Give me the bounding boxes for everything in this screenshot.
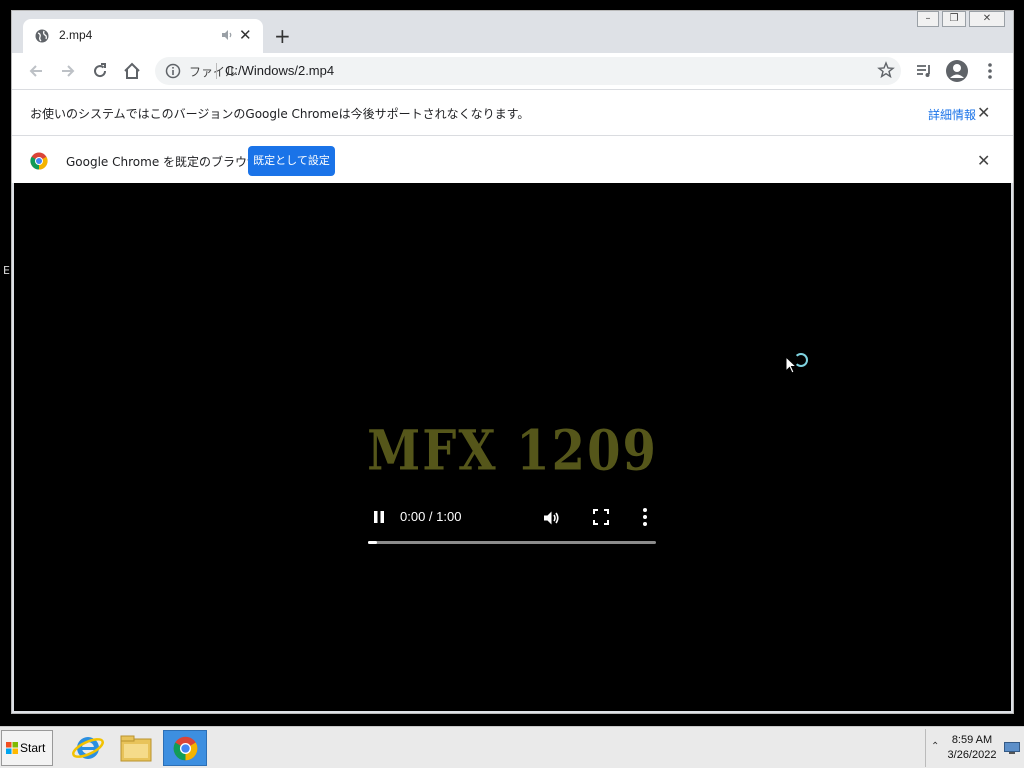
- unsupported-os-infobar: お使いのシステムではこのバージョンのGoogle Chromeは今後サポートされ…: [12, 89, 1013, 135]
- set-default-button[interactable]: 既定として設定: [248, 146, 335, 176]
- chrome-window: 2.mp4 ✕ + – ❐ ✕ ファイル C:/Windows/2.mp4 お使…: [11, 10, 1014, 714]
- tab-title: 2.mp4: [59, 28, 93, 42]
- time-display: 0:00 / 1:00: [400, 509, 462, 524]
- toolbar: ファイル C:/Windows/2.mp4: [12, 53, 1013, 89]
- clock[interactable]: 8:59 AM 3/26/2022: [944, 733, 1000, 763]
- kebab-menu-icon[interactable]: [980, 61, 1000, 81]
- chrome-taskbar-button[interactable]: [163, 730, 207, 766]
- system-tray: ⌃ 8:59 AM 3/26/2022: [925, 729, 1024, 767]
- minimize-button[interactable]: –: [917, 11, 939, 27]
- video-player[interactable]: MFX 1209 0:00 / 1:00: [14, 183, 1011, 711]
- close-infobar-icon[interactable]: ✕: [977, 151, 990, 170]
- windows-logo-icon: [6, 742, 18, 754]
- close-window-button[interactable]: ✕: [969, 11, 1005, 27]
- learn-more-link[interactable]: 詳細情報: [928, 106, 976, 123]
- close-tab-icon[interactable]: ✕: [239, 27, 252, 43]
- default-browser-infobar: Google Chrome を既定のブラウザに 既定として設定 ✕: [12, 135, 1013, 183]
- profile-avatar-icon[interactable]: [945, 59, 969, 83]
- info-icon[interactable]: [165, 63, 181, 79]
- infobar-message: Google Chrome を既定のブラウザに: [66, 155, 272, 169]
- fullscreen-icon[interactable]: [593, 509, 609, 525]
- omnibox-separator: [216, 63, 217, 79]
- internet-explorer-icon[interactable]: [66, 730, 110, 766]
- back-arrow-icon[interactable]: [26, 61, 46, 81]
- forward-arrow-icon[interactable]: [58, 61, 78, 81]
- more-options-icon[interactable]: [642, 507, 648, 527]
- media-controls: 0:00 / 1:00: [366, 505, 660, 549]
- chrome-logo-icon: [30, 152, 48, 170]
- show-desktop-icon[interactable]: [1004, 742, 1020, 754]
- new-tab-button[interactable]: +: [274, 26, 291, 46]
- file-explorer-icon[interactable]: [114, 730, 158, 766]
- speaker-icon[interactable]: [220, 28, 234, 42]
- globe-icon: [35, 29, 49, 43]
- title-bar: 2.mp4 ✕ + – ❐ ✕: [12, 11, 1013, 53]
- volume-icon[interactable]: [542, 509, 560, 527]
- reload-icon[interactable]: [90, 61, 110, 81]
- media-control-icon[interactable]: [914, 61, 934, 81]
- address-bar[interactable]: ファイル C:/Windows/2.mp4: [155, 57, 901, 85]
- desktop-icon-label: E: [3, 264, 10, 277]
- start-label: Start: [20, 741, 46, 755]
- home-icon[interactable]: [122, 61, 142, 81]
- mouse-cursor-icon: [785, 356, 797, 374]
- start-button[interactable]: Start: [1, 730, 53, 766]
- url-text[interactable]: C:/Windows/2.mp4: [225, 63, 334, 78]
- taskbar: Start ⌃ 8:59 AM 3/26/2022: [0, 726, 1024, 768]
- chrome-logo-icon: [173, 736, 198, 761]
- restore-button[interactable]: ❐: [942, 11, 966, 27]
- seek-bar[interactable]: [368, 541, 656, 544]
- video-frame-title: MFX 1209: [367, 418, 658, 484]
- show-hidden-icons-icon[interactable]: ⌃: [931, 741, 939, 752]
- clock-date: 3/26/2022: [947, 749, 997, 761]
- clock-time: 8:59 AM: [951, 734, 993, 746]
- tab-active[interactable]: 2.mp4 ✕: [23, 19, 263, 53]
- infobar-message: お使いのシステムではこのバージョンのGoogle Chromeは今後サポートされ…: [30, 107, 530, 121]
- seek-bar-progress: [368, 541, 377, 544]
- close-infobar-icon[interactable]: ✕: [977, 103, 990, 122]
- star-icon[interactable]: [877, 61, 895, 79]
- pause-icon[interactable]: [372, 510, 386, 524]
